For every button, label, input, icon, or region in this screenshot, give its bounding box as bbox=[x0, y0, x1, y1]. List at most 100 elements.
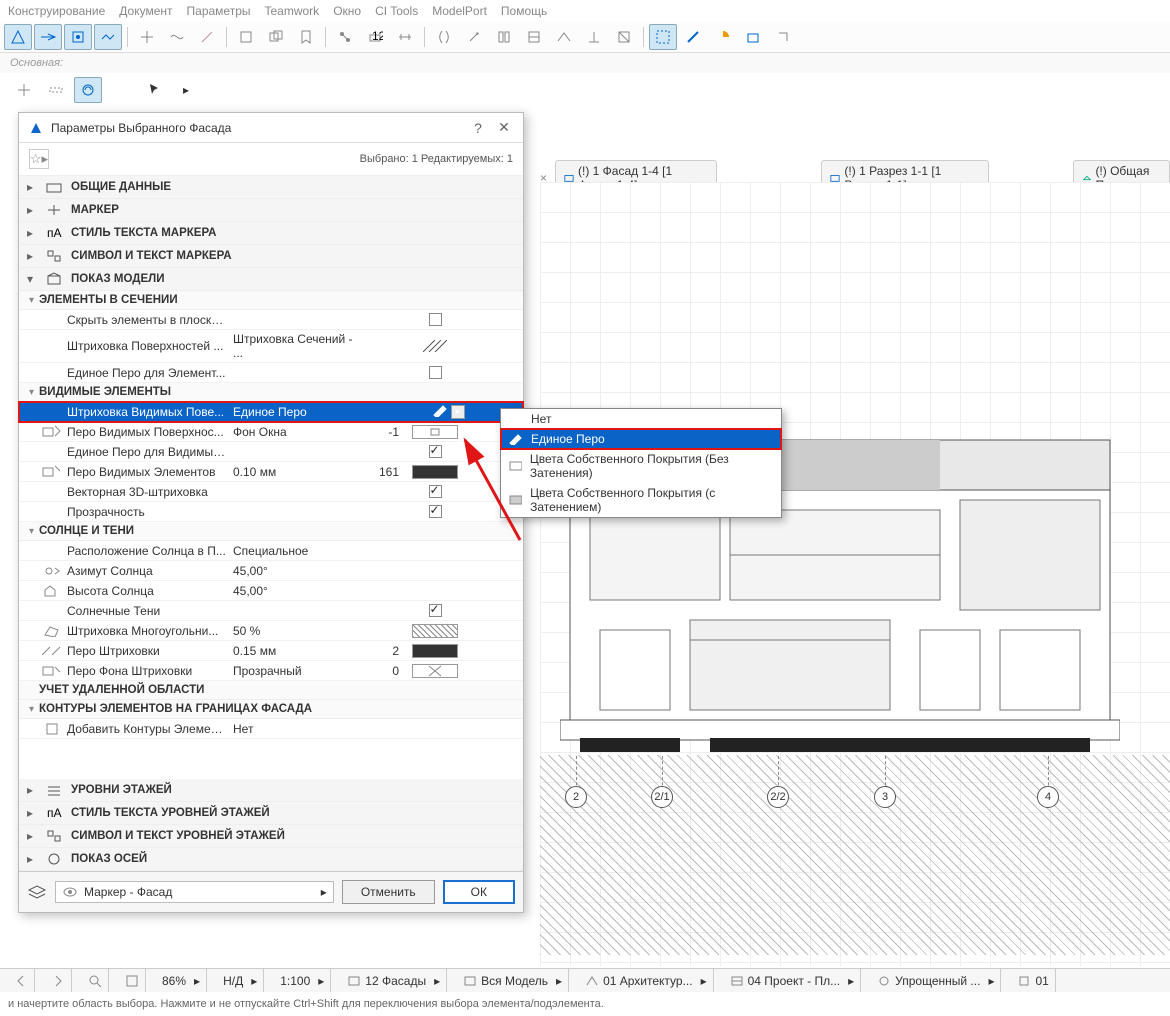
setting-row[interactable]: Перо Штриховки0.15 мм2 bbox=[19, 641, 523, 661]
section-header[interactable]: ▸УРОВНИ ЭТАЖЕЙ bbox=[19, 779, 523, 802]
menu-item[interactable]: Документ bbox=[119, 4, 172, 18]
status-segment[interactable]: Вся Модель▸ bbox=[457, 969, 569, 992]
checkbox[interactable] bbox=[429, 445, 442, 458]
tool-button[interactable] bbox=[133, 24, 161, 50]
menu-item[interactable]: Параметры bbox=[187, 4, 251, 18]
tool-button[interactable] bbox=[391, 24, 419, 50]
tool-button[interactable]: 12 bbox=[361, 24, 389, 50]
fit-icon[interactable] bbox=[125, 974, 139, 988]
zoom-level[interactable]: 86%▸ bbox=[156, 969, 207, 992]
favorite-button[interactable]: ☆▸ bbox=[29, 149, 49, 169]
dropdown-button[interactable]: ▸ bbox=[451, 405, 465, 419]
setting-row[interactable]: Азимут Солнца45,00° bbox=[19, 561, 523, 581]
setting-row[interactable]: Перо Фона ШтриховкиПрозрачный0 bbox=[19, 661, 523, 681]
menu-item[interactable]: Конструирование bbox=[8, 4, 105, 18]
checkbox[interactable] bbox=[429, 485, 442, 498]
checkbox[interactable] bbox=[429, 604, 442, 617]
tool-button[interactable] bbox=[262, 24, 290, 50]
tool-button[interactable] bbox=[292, 24, 320, 50]
flyout-option-selected[interactable]: Единое Перо bbox=[501, 429, 781, 449]
section-header[interactable]: ▾ПОКАЗ МОДЕЛИ bbox=[19, 268, 523, 291]
status-segment[interactable]: 01 Архитектур...▸ bbox=[579, 969, 714, 992]
setting-row[interactable]: Расположение Солнца в П...Специальное bbox=[19, 541, 523, 561]
tool-button[interactable] bbox=[520, 24, 548, 50]
flyout-option[interactable]: Цвета Собственного Покрытия (с Затенение… bbox=[501, 483, 781, 517]
menu-item[interactable]: ModelPort bbox=[432, 4, 487, 18]
hatch-swatch[interactable] bbox=[412, 624, 458, 638]
setting-row[interactable]: Высота Солнца45,00° bbox=[19, 581, 523, 601]
layer-icon[interactable] bbox=[27, 884, 47, 900]
nav-icon[interactable] bbox=[14, 974, 28, 988]
setting-row[interactable]: Векторная 3D-штриховка bbox=[19, 482, 523, 502]
menu-item[interactable]: Помощь bbox=[501, 4, 547, 18]
status-segment[interactable]: 12 Фасады▸ bbox=[341, 969, 447, 992]
setting-row[interactable]: Единое Перо для Видимых... bbox=[19, 442, 523, 462]
checkbox[interactable] bbox=[429, 366, 442, 379]
tool-button[interactable] bbox=[610, 24, 638, 50]
tool-button[interactable] bbox=[769, 24, 797, 50]
zoom-icon[interactable] bbox=[88, 974, 102, 988]
status-segment[interactable]: 01 bbox=[1011, 969, 1055, 992]
checkbox[interactable] bbox=[429, 505, 442, 518]
menu-item[interactable]: CI Tools bbox=[375, 4, 418, 18]
setting-row[interactable]: Солнечные Тени bbox=[19, 601, 523, 621]
pen-swatch[interactable] bbox=[412, 465, 458, 479]
tool-button[interactable] bbox=[74, 77, 102, 103]
tool-button[interactable] bbox=[580, 24, 608, 50]
group-header[interactable]: ▾СОЛНЦЕ И ТЕНИ bbox=[19, 522, 523, 541]
setting-row[interactable]: Перо Видимых Элементов0.10 мм161 bbox=[19, 462, 523, 482]
setting-row[interactable]: Штриховка Поверхностей ...Штриховка Сече… bbox=[19, 330, 523, 363]
status-segment[interactable]: 04 Проект - Пл...▸ bbox=[724, 969, 862, 992]
setting-row[interactable]: Скрыть элементы в плоско... bbox=[19, 310, 523, 330]
marker-combo[interactable]: Маркер - Фасад ▸ bbox=[55, 881, 334, 903]
tool-button[interactable] bbox=[460, 24, 488, 50]
checkbox[interactable] bbox=[429, 313, 442, 326]
tool-button[interactable] bbox=[232, 24, 260, 50]
group-header[interactable]: УЧЕТ УДАЛЕННОЙ ОБЛАСТИ bbox=[19, 681, 523, 700]
group-header[interactable]: ▾ЭЛЕМЕНТЫ В СЕЧЕНИИ bbox=[19, 291, 523, 310]
setting-row[interactable]: Перо Видимых Поверхнос...Фон Окна-1 bbox=[19, 422, 523, 442]
tool-button[interactable] bbox=[10, 77, 38, 103]
tool-button[interactable] bbox=[649, 24, 677, 50]
section-header[interactable]: ▸СИМВОЛ И ТЕКСТ МАРКЕРА bbox=[19, 245, 523, 268]
tool-button[interactable] bbox=[94, 24, 122, 50]
status-value[interactable]: Н/Д▸ bbox=[217, 969, 264, 992]
section-header[interactable]: ▸МАРКЕР bbox=[19, 199, 523, 222]
tool-button[interactable] bbox=[679, 24, 707, 50]
tool-button[interactable] bbox=[331, 24, 359, 50]
group-header[interactable]: ▾КОНТУРЫ ЭЛЕМЕНТОВ НА ГРАНИЦАХ ФАСАДА bbox=[19, 700, 523, 719]
setting-row[interactable]: Штриховка Многоугольни...50 % bbox=[19, 621, 523, 641]
tool-button[interactable] bbox=[490, 24, 518, 50]
tool-button[interactable] bbox=[193, 24, 221, 50]
group-header[interactable]: ▾ВИДИМЫЕ ЭЛЕМЕНТЫ bbox=[19, 383, 523, 402]
section-header[interactable]: ▸пАСТИЛЬ ТЕКСТА МАРКЕРА bbox=[19, 222, 523, 245]
ok-button[interactable]: ОК bbox=[443, 880, 515, 904]
tool-button[interactable]: ▸ bbox=[172, 77, 200, 103]
pen-swatch[interactable] bbox=[412, 664, 458, 678]
status-segment[interactable]: Упрощенный ...▸ bbox=[871, 969, 1001, 992]
menu-item[interactable]: Teamwork bbox=[265, 4, 320, 18]
tool-button[interactable] bbox=[709, 24, 737, 50]
cancel-button[interactable]: Отменить bbox=[342, 880, 435, 904]
tool-button[interactable] bbox=[64, 24, 92, 50]
section-header[interactable]: ▸ПОКАЗ ОСЕЙ bbox=[19, 848, 523, 871]
scale-value[interactable]: 1:100▸ bbox=[274, 969, 331, 992]
flyout-option[interactable]: Нет bbox=[501, 409, 781, 429]
pen-swatch[interactable] bbox=[412, 644, 458, 658]
flyout-option[interactable]: Цвета Собственного Покрытия (Без Затенен… bbox=[501, 449, 781, 483]
section-header[interactable]: ▸пАСТИЛЬ ТЕКСТА УРОВНЕЙ ЭТАЖЕЙ bbox=[19, 802, 523, 825]
tool-button[interactable] bbox=[42, 77, 70, 103]
help-button[interactable]: ? bbox=[469, 120, 487, 136]
section-header[interactable]: ▸СИМВОЛ И ТЕКСТ УРОВНЕЙ ЭТАЖЕЙ bbox=[19, 825, 523, 848]
setting-row-selected[interactable]: Штриховка Видимых Пове...Единое Перо ▸ bbox=[19, 402, 523, 422]
tool-button[interactable] bbox=[34, 24, 62, 50]
tool-button[interactable] bbox=[430, 24, 458, 50]
setting-row[interactable]: Добавить Контуры Элемен...Нет bbox=[19, 719, 523, 739]
cursor-tool[interactable] bbox=[140, 77, 168, 103]
close-button[interactable]: ✕ bbox=[495, 119, 513, 136]
tool-button[interactable] bbox=[4, 24, 32, 50]
pen-swatch[interactable] bbox=[412, 425, 458, 439]
tool-button[interactable] bbox=[163, 24, 191, 50]
menu-item[interactable]: Окно bbox=[333, 4, 361, 18]
setting-row[interactable]: Единое Перо для Элемент... bbox=[19, 363, 523, 383]
